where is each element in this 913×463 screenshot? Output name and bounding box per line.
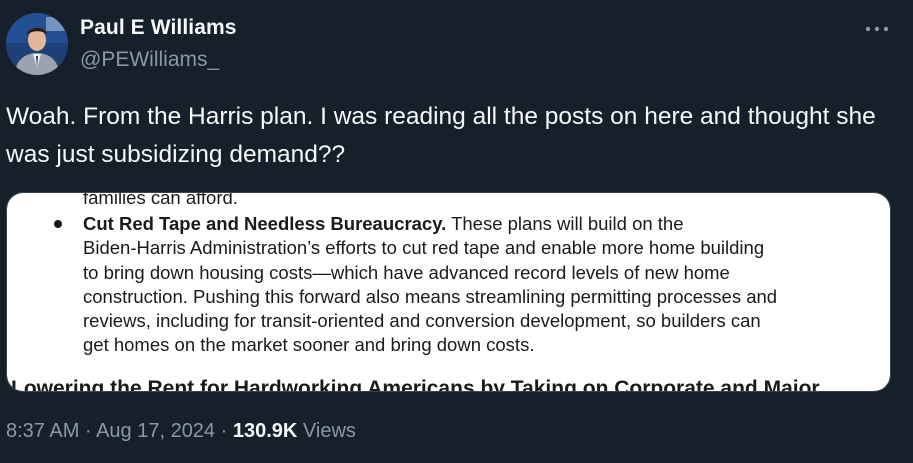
more-horizontal-icon — [865, 26, 889, 32]
bullet-icon — [54, 220, 62, 228]
author-handle[interactable]: @PEWilliams_ — [80, 48, 219, 72]
document-line: to bring down housing costs—which have a… — [83, 261, 730, 283]
document-line: get homes on the market sooner and bring… — [83, 334, 535, 356]
avatar[interactable] — [6, 13, 68, 75]
document-line: These plans will build on the — [446, 213, 684, 234]
document-line: families can afford. — [83, 193, 238, 208]
document-line: construction. Pushing this forward also … — [83, 285, 778, 307]
meta-separator: · — [215, 420, 233, 442]
document-line: Biden-Harris Administration’s efforts to… — [83, 237, 765, 259]
author-display-name[interactable]: Paul E Williams — [80, 16, 237, 40]
document-line: reviews, including for transit-oriented … — [83, 310, 761, 332]
profile-photo-icon — [6, 13, 68, 75]
tweet-media-image[interactable]: families can afford. Cut Red Tape and Ne… — [6, 192, 891, 392]
more-options-button[interactable] — [862, 16, 892, 42]
bullet-title: Cut Red Tape and Needless Bureaucracy. — [83, 213, 447, 234]
views-label: Views — [297, 420, 356, 442]
meta-separator: · — [79, 420, 97, 442]
tweet-date: Aug 17, 2024 — [96, 420, 216, 442]
tweet-metadata: 8:37 AM · Aug 17, 2024 · 130.9K Views — [6, 420, 356, 443]
tweet-text: Woah. From the Harris plan. I was readin… — [6, 103, 876, 168]
bullet-paragraph: Cut Red Tape and Needless Bureaucracy. T… — [83, 212, 883, 358]
tweet-time-link[interactable]: 8:37 AM · Aug 17, 2024 — [6, 420, 215, 442]
document-excerpt: families can afford. Cut Red Tape and Ne… — [7, 193, 890, 391]
tweet-time: 8:37 AM — [6, 420, 80, 442]
document-heading: Lowering the Rent for Hardworking Americ… — [11, 377, 820, 391]
views-count: 130.9K — [232, 420, 298, 442]
